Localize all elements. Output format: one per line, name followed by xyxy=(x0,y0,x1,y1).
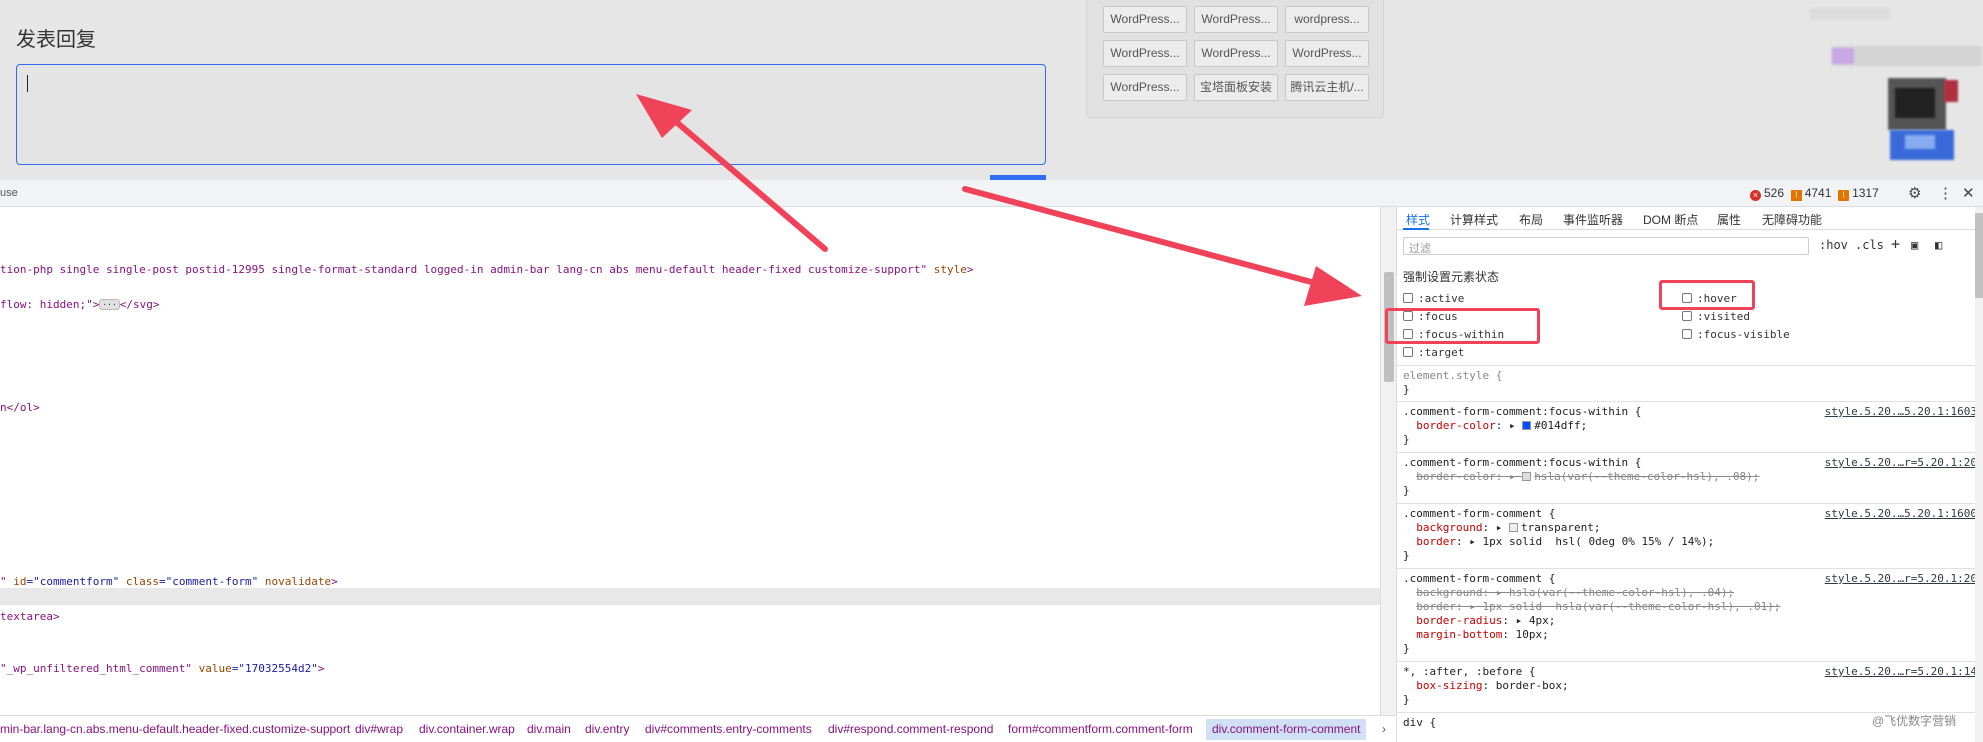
css-rule[interactable]: .comment-form-comment:focus-within { bor… xyxy=(1403,405,1641,447)
page-title: 发表回复 xyxy=(16,29,96,51)
dom-node-line[interactable]: textarea> xyxy=(0,610,60,623)
issue-icon: ! xyxy=(1838,190,1850,201)
kebab-icon[interactable]: ⋮ xyxy=(1938,184,1953,202)
hov-toggle[interactable]: :hov xyxy=(1819,238,1848,252)
devtools-toolbar: use × 526 ! 4741 ! 1317 ⚙ ⋮ ✕ xyxy=(0,180,1983,207)
new-rule-icon[interactable]: + xyxy=(1891,235,1900,253)
expand-ellipsis[interactable]: ··· xyxy=(99,299,120,310)
devtools-tab-label[interactable]: use xyxy=(0,187,18,199)
breadcrumb-item[interactable]: min-bar.lang-cn.abs.menu-default.header-… xyxy=(0,722,350,736)
tab-accessibility[interactable]: 无障碍功能 xyxy=(1762,211,1822,228)
tag-link[interactable]: 腾讯云主机/... xyxy=(1285,74,1369,101)
color-swatch[interactable] xyxy=(1508,523,1518,532)
watermark: @飞优数字营销 xyxy=(1872,714,1957,728)
force-state-title: 强制设置元素状态 xyxy=(1403,270,1500,284)
selected-node-row[interactable] xyxy=(0,588,1380,605)
text-caret xyxy=(27,75,28,92)
stylesheet-source-link[interactable]: style.5.20.…5.20.1:1600 xyxy=(1825,507,1977,520)
checkbox[interactable] xyxy=(1682,311,1692,321)
dom-node-line[interactable]: flow: hidden;"> ··· </svg> xyxy=(0,298,160,311)
error-icon: × xyxy=(1750,190,1761,201)
tag-link[interactable]: wordpress... xyxy=(1285,6,1369,33)
annotation-box-focus xyxy=(1385,308,1540,344)
stylesheet-source-link[interactable]: style.5.20.…r=5.20.1:20 xyxy=(1825,456,1977,469)
css-rule[interactable]: .comment-form-comment { background: ▸ tr… xyxy=(1403,507,1714,563)
dom-breadcrumb: min-bar.lang-cn.abs.menu-default.header-… xyxy=(0,715,1396,742)
dom-node-line[interactable]: tion-php single single-post postid-12995… xyxy=(0,263,974,276)
checkbox[interactable] xyxy=(1403,347,1413,357)
cls-toggle[interactable]: .cls xyxy=(1855,238,1884,252)
sidebar-toggle-icon[interactable]: ◧ xyxy=(1935,238,1942,252)
dom-node-line[interactable]: "_wp_unfiltered_html_comment" value="170… xyxy=(0,662,325,675)
breadcrumb-item[interactable]: div.entry xyxy=(585,722,629,736)
webpage-area: 发表回复 WordPress... WordPress... wordpress… xyxy=(0,0,1983,180)
state-target[interactable]: :target xyxy=(1403,346,1464,359)
tab-computed[interactable]: 计算样式 xyxy=(1450,211,1498,228)
styles-filter-input[interactable]: 过滤 xyxy=(1403,237,1809,255)
breadcrumb-item-selected[interactable]: div.comment-form-comment xyxy=(1206,719,1367,740)
tab-event-listeners[interactable]: 事件监听器 xyxy=(1563,211,1623,228)
state-visited[interactable]: :visited xyxy=(1682,310,1750,323)
breadcrumb-item[interactable]: div.main xyxy=(527,722,571,736)
color-swatch[interactable] xyxy=(1522,421,1532,430)
error-count: 526 xyxy=(1764,186,1785,200)
comment-textarea[interactable] xyxy=(16,64,1046,165)
css-rule[interactable]: div { xyxy=(1403,716,1436,730)
styles-scrollbar[interactable] xyxy=(1975,207,1983,742)
state-active[interactable]: :active xyxy=(1403,292,1464,305)
checkbox[interactable] xyxy=(1403,293,1413,303)
checkbox[interactable] xyxy=(1682,329,1692,339)
state-focus-visible[interactable]: :focus-visible xyxy=(1682,328,1790,341)
stylesheet-source-link[interactable]: style.5.20.…r=5.20.1:14 xyxy=(1825,665,1977,678)
tab-styles[interactable]: 样式 xyxy=(1406,211,1430,228)
elements-scrollbar[interactable] xyxy=(1380,207,1396,715)
css-rule[interactable]: *, :after, :before { box-sizing: border-… xyxy=(1403,665,1569,707)
tag-link[interactable]: WordPress... xyxy=(1103,6,1187,33)
tab-dom-breakpoints[interactable]: DOM 断点 xyxy=(1643,211,1698,228)
css-rule[interactable]: .comment-form-comment { background: ▸ hs… xyxy=(1403,572,1781,656)
css-rule-element-style[interactable]: element.style { } xyxy=(1403,369,1502,397)
warning-icon: ! xyxy=(1790,190,1802,201)
annotation-box-hover xyxy=(1659,280,1755,310)
tag-cloud: WordPress... WordPress... wordpress... W… xyxy=(1086,0,1384,118)
issue-counters[interactable]: × 526 ! 4741 ! 1317 xyxy=(1750,186,1879,201)
tab-layout[interactable]: 布局 xyxy=(1519,211,1543,228)
active-tab-indicator xyxy=(1403,228,1429,230)
paint-icon[interactable]: ▣ xyxy=(1911,238,1918,252)
tag-link[interactable]: WordPress... xyxy=(1103,74,1187,101)
warning-count: 4741 xyxy=(1804,186,1832,200)
issue-count: 1317 xyxy=(1852,186,1879,200)
css-rule[interactable]: .comment-form-comment:focus-within { bor… xyxy=(1403,456,1759,498)
chevron-right-icon[interactable]: › xyxy=(1382,722,1386,736)
scroll-thumb[interactable] xyxy=(1975,213,1983,298)
breadcrumb-item[interactable]: div.container.wrap xyxy=(419,722,515,736)
tag-link[interactable]: 宝塔面板安装 xyxy=(1194,74,1278,101)
tag-link[interactable]: WordPress... xyxy=(1285,40,1369,67)
breadcrumb-item[interactable]: form#commentform.comment-form xyxy=(1008,722,1193,736)
stylesheet-source-link[interactable]: style.5.20.…r=5.20.1:20 xyxy=(1825,572,1977,585)
breadcrumb-item[interactable]: div#respond.comment-respond xyxy=(828,722,993,736)
styles-tabbar: 样式 计算样式 布局 事件监听器 DOM 断点 属性 无障碍功能 xyxy=(1397,207,1983,230)
tag-link[interactable]: WordPress... xyxy=(1194,40,1278,67)
stylesheet-source-link[interactable]: style.5.20.…5.20.1:1603 xyxy=(1825,405,1977,418)
breadcrumb-item[interactable]: div#wrap xyxy=(355,722,403,736)
dom-node-line[interactable]: n</ol> xyxy=(0,401,40,414)
breadcrumb-item[interactable]: div#comments.entry-comments xyxy=(645,722,812,736)
gear-icon[interactable]: ⚙ xyxy=(1908,184,1921,202)
tab-properties[interactable]: 属性 xyxy=(1717,211,1741,228)
elements-tree: tion-php single single-post postid-12995… xyxy=(0,207,1380,715)
dom-node-line[interactable]: " id="commentform" class="comment-form" … xyxy=(0,575,338,588)
close-icon[interactable]: ✕ xyxy=(1962,184,1975,202)
tag-link[interactable]: WordPress... xyxy=(1194,6,1278,33)
color-swatch[interactable] xyxy=(1522,472,1532,481)
tag-link[interactable]: WordPress... xyxy=(1103,40,1187,67)
